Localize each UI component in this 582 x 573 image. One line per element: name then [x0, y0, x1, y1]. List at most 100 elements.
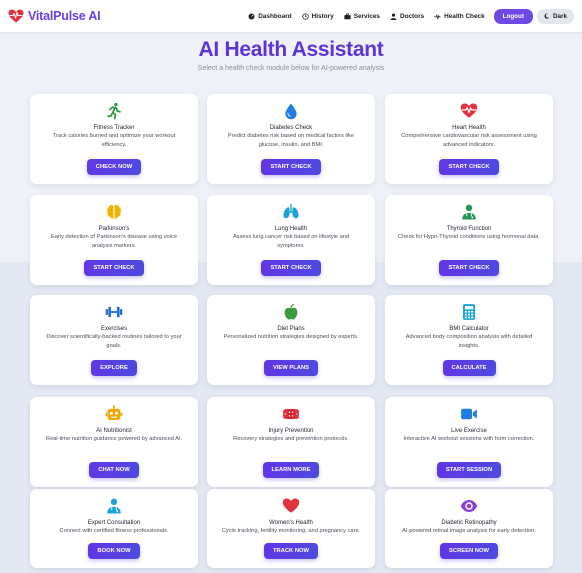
card-title: Expert Consultation	[87, 520, 141, 526]
card-lung-health[interactable]: Lung Health Assess lung cancer risk base…	[207, 195, 375, 285]
card-title: Heart Health	[452, 125, 486, 131]
card-description: Assess lung cancer risk based on lifesty…	[232, 234, 350, 249]
card-title: Parkinson's	[98, 226, 130, 232]
card-title: Live Exercise	[451, 428, 487, 434]
bandage-icon	[283, 409, 299, 419]
running-icon	[107, 102, 121, 120]
nav-dashboard[interactable]: Dashboard	[243, 6, 296, 26]
heartbeat-icon	[434, 13, 441, 20]
card-title: AI Nutritionist	[96, 428, 132, 434]
card-description: Comprehensive cardiovascular risk assess…	[401, 133, 537, 148]
card-live-exercise[interactable]: Live Exercise Interactive AI workout ses…	[385, 397, 553, 487]
card-description: Track calories burned and optimize your …	[52, 133, 176, 148]
nav-label: Dashboard	[258, 12, 292, 20]
history-icon	[301, 12, 309, 20]
card-description: Connect with certified fitness professio…	[59, 528, 169, 534]
card-description: Real-time nutrition guidance powered by …	[45, 436, 183, 442]
doctor-icon	[107, 498, 121, 514]
top-navbar: VitalPulse AI Dashboard History Services…	[0, 0, 582, 32]
robot-icon	[105, 405, 123, 420]
learn-more-button[interactable]: LEARN MORE	[262, 462, 320, 478]
card-parkinsons[interactable]: Parkinson's Early detection of Parkinson…	[30, 195, 198, 285]
brand-name: VitalPulse AI	[28, 9, 101, 23]
video-icon	[461, 408, 477, 420]
page-title: AI Health Assistant	[198, 38, 384, 61]
nav-history[interactable]: History	[297, 6, 339, 26]
card-expert-consultation[interactable]: Expert Consultation Connect with certifi…	[30, 489, 198, 568]
card-injury-prevention[interactable]: Injury Prevention Recovery strategies an…	[207, 397, 375, 487]
start-check-button[interactable]: START CHECK	[439, 159, 499, 175]
nav-label: Services	[353, 12, 380, 20]
apple-icon	[284, 303, 298, 320]
doctor-icon	[462, 204, 476, 220]
card-description: AI-powered retinal image analysis for ea…	[402, 528, 536, 534]
card-title: Injury Prevention	[268, 428, 314, 434]
card-title: BMI Calculator	[449, 326, 489, 332]
card-description: Recovery strategies and prevention proto…	[233, 436, 349, 442]
card-bmi-calculator[interactable]: BMI Calculator Advanced body composition…	[385, 295, 553, 385]
card-diabetes-check[interactable]: Diabetes Check Predict diabetes risk bas…	[207, 94, 375, 184]
card-womens-health[interactable]: Women's Health Cycle tracking, fertility…	[207, 489, 375, 568]
brand[interactable]: VitalPulse AI	[8, 9, 101, 23]
card-diet-plans[interactable]: Diet Plans Personalized nutrition strate…	[207, 295, 375, 385]
briefcase-icon	[344, 13, 351, 19]
gauge-icon	[248, 12, 255, 20]
lungs-icon	[283, 203, 299, 219]
card-description: Early detection of Parkinson's disease u…	[51, 234, 177, 249]
screen-now-button[interactable]: SCREEN NOW	[440, 543, 498, 559]
main-nav: Dashboard History Services Doctors Healt…	[243, 6, 574, 26]
start-check-button[interactable]: START CHECK	[261, 159, 321, 175]
card-description: Check for Hypo-Thyroid conditions using …	[398, 234, 540, 240]
card-description: Cycle tracking, fertility monitoring, an…	[221, 528, 361, 534]
heartbeat-icon	[460, 103, 478, 118]
brain-icon	[106, 205, 122, 219]
calculator-icon	[463, 304, 475, 320]
card-title: Diet Plans	[277, 326, 305, 332]
card-ai-nutritionist[interactable]: AI Nutritionist Real-time nutrition guid…	[30, 397, 198, 487]
card-description: Interactive AI workout sessions with for…	[403, 436, 535, 442]
view-plans-button[interactable]: VIEW PLANS	[263, 360, 319, 376]
card-title: Women's Health	[269, 520, 313, 526]
heart-icon	[282, 498, 300, 513]
dark-mode-toggle[interactable]: Dark	[536, 8, 574, 24]
card-title: Fitness Tracker	[93, 125, 135, 131]
card-diabetic-retinopathy[interactable]: Diabetic Retinopathy AI-powered retinal …	[385, 489, 553, 568]
nav-label: Doctors	[399, 12, 425, 20]
nav-label: Health Check	[444, 12, 485, 20]
start-check-button[interactable]: START CHECK	[84, 260, 144, 276]
calculate-button[interactable]: CALCULATE	[442, 360, 496, 376]
start-session-button[interactable]: START SESSION	[436, 462, 502, 478]
eye-icon	[460, 500, 478, 512]
nav-services[interactable]: Services	[339, 6, 385, 26]
explore-button[interactable]: EXPLORE	[91, 360, 137, 376]
nav-label: History	[311, 12, 334, 20]
card-heart-health[interactable]: Heart Health Comprehensive cardiovascula…	[385, 94, 553, 184]
doctor-icon	[390, 12, 397, 20]
start-check-button[interactable]: START CHECK	[439, 260, 499, 276]
book-now-button[interactable]: BOOK NOW	[88, 543, 140, 559]
nav-doctors[interactable]: Doctors	[385, 6, 429, 26]
card-exercises[interactable]: Exercises Discover scientifically-backed…	[30, 295, 198, 385]
card-title: Diabetes Check	[269, 125, 313, 131]
card-fitness-tracker[interactable]: Fitness Tracker Track calories burned an…	[30, 94, 198, 184]
card-description: Discover scientifically-backed routines …	[46, 334, 182, 349]
track-now-button[interactable]: TRACK NOW	[263, 543, 319, 559]
card-description: Advanced body composition analysis with …	[405, 334, 533, 349]
page-subtitle: Select a health check module below for A…	[197, 65, 385, 72]
card-title: Exercises	[100, 326, 127, 332]
nav-health-check[interactable]: Health Check	[429, 6, 490, 26]
card-title: Lung Health	[274, 226, 308, 232]
card-thyroid-function[interactable]: Thyroid Function Check for Hypo-Thyroid …	[385, 195, 553, 285]
card-title: Diabetic Retinopathy	[441, 520, 497, 526]
chat-now-button[interactable]: CHAT NOW	[89, 462, 139, 478]
moon-icon	[544, 13, 550, 19]
card-title: Thyroid Function	[446, 226, 492, 232]
start-check-button[interactable]: START CHECK	[261, 260, 321, 276]
logout-button[interactable]: Logout	[493, 8, 533, 24]
dark-label: Dark	[552, 12, 567, 20]
heart-pulse-logo-icon	[8, 9, 24, 23]
card-description: Predict diabetes risk based on medical f…	[227, 133, 355, 148]
check-now-button[interactable]: CHECK NOW	[86, 159, 142, 175]
droplet-icon	[285, 103, 297, 120]
dumbbell-icon	[105, 306, 123, 318]
